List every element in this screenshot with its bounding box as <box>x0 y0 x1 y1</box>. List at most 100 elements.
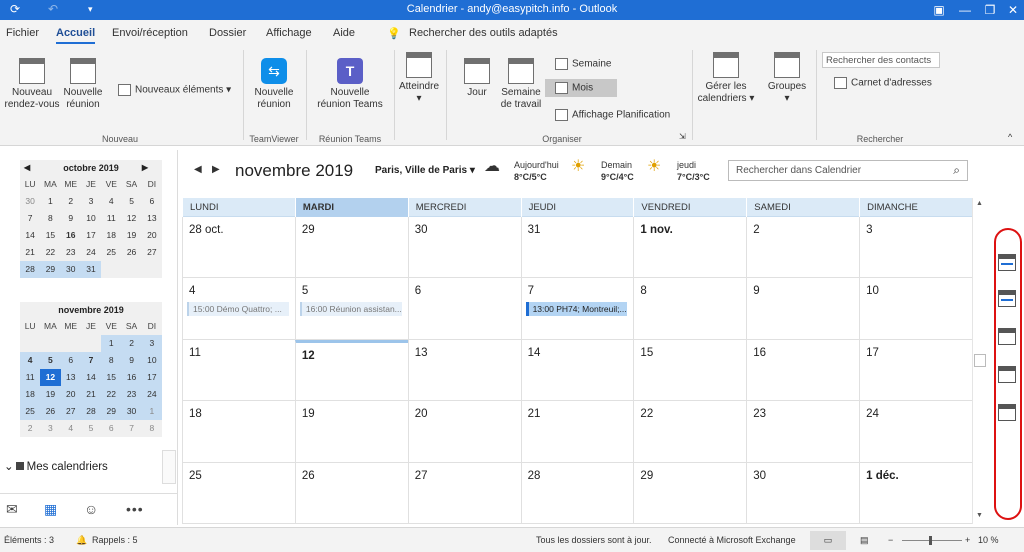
calendar-checkbox[interactable] <box>15 462 24 470</box>
mini-calendar-day[interactable]: 11 <box>101 210 121 227</box>
close-button[interactable]: ✕ <box>1000 1 1024 19</box>
tab-envoi-reception[interactable]: Envoi/réception <box>112 27 188 39</box>
mini-calendar-day[interactable]: 1 <box>101 335 122 352</box>
mini-calendar-day[interactable]: 5 <box>121 193 141 210</box>
mini-calendar-day[interactable]: 18 <box>101 227 121 244</box>
day-cell[interactable]: 28 <box>520 462 634 524</box>
next-month-icon[interactable]: ▶ <box>142 160 148 176</box>
mini-calendar-day[interactable]: 27 <box>142 244 162 261</box>
mini-calendar-day[interactable]: 13 <box>142 210 162 227</box>
day-cell[interactable]: 30 <box>746 462 860 524</box>
mini-calendar-day[interactable]: 5 <box>40 352 61 369</box>
day-cell[interactable]: 3 <box>859 217 972 279</box>
tab-dossier[interactable]: Dossier <box>209 27 246 39</box>
mini-calendar-day[interactable]: 4 <box>61 420 81 437</box>
mini-calendar-day[interactable]: 1 <box>40 193 60 210</box>
day-cell[interactable]: 10 <box>859 278 972 340</box>
day-cell[interactable]: 1 nov. <box>633 217 747 279</box>
mini-calendar-day[interactable]: 17 <box>81 227 101 244</box>
calendar-search-input[interactable]: Rechercher dans Calendrier ⌕ <box>728 160 968 181</box>
mini-calendar-day[interactable]: 6 <box>142 193 162 210</box>
mini-calendar-day[interactable]: 4 <box>20 352 41 369</box>
expand-chevron-icon[interactable]: ⌄ <box>4 461 14 473</box>
day-cell[interactable]: 11 <box>182 339 295 402</box>
mini-calendar-day[interactable]: 19 <box>40 386 61 403</box>
goto-button[interactable]: Atteindre ▾ <box>398 52 440 105</box>
mini-calendar-day[interactable]: 26 <box>121 244 141 261</box>
day-cell[interactable]: 8 <box>633 278 747 340</box>
mini-calendar-day[interactable]: 29 <box>40 261 61 278</box>
mini-calendar-day[interactable]: 3 <box>81 193 101 210</box>
mini-calendar-day[interactable]: 23 <box>61 244 81 261</box>
mini-calendar-day[interactable]: 15 <box>101 369 122 386</box>
calendar-event[interactable]: 13:00 PH74; Montreuil;... <box>525 302 628 317</box>
day-cell[interactable]: 27 <box>407 462 521 524</box>
day-cell[interactable]: 12 <box>294 339 408 402</box>
mini-calendar-day[interactable]: 23 <box>121 386 142 403</box>
mini-calendar-day[interactable]: 21 <box>80 386 102 403</box>
search-icon[interactable]: ⌕ <box>953 163 960 178</box>
day-cell[interactable]: 28 oct. <box>182 217 295 279</box>
mini-calendar-day[interactable]: 1 <box>141 403 162 420</box>
tab-accueil[interactable]: Accueil <box>56 27 96 44</box>
tab-fichier[interactable]: Fichier <box>6 27 39 39</box>
reminders-count[interactable]: Rappels : 5 <box>92 535 138 545</box>
tab-aide[interactable]: Aide <box>333 27 355 39</box>
mini-calendar-day[interactable]: 25 <box>20 403 41 420</box>
zoom-in-icon[interactable]: + <box>965 535 970 545</box>
mini-calendar-day[interactable]: 7 <box>121 420 141 437</box>
scroll-up-icon[interactable]: ▲ <box>976 200 983 207</box>
scroll-thumb[interactable] <box>974 354 986 367</box>
mini-calendar-day[interactable]: 27 <box>60 403 81 420</box>
calendar-event[interactable]: 16:00 Réunion assistan... <box>299 302 402 317</box>
mini-calendar-day[interactable]: 14 <box>20 227 40 244</box>
day-cell[interactable]: 9 <box>746 278 860 340</box>
mini-calendar-day[interactable]: 8 <box>101 352 122 369</box>
mini-calendar-day[interactable]: 12 <box>121 210 141 227</box>
day-cell[interactable]: 5 16:00 Réunion assistan... <box>294 278 408 340</box>
mini-calendar-day[interactable]: 3 <box>141 335 162 352</box>
calendar-scrollbar[interactable]: ▲ ▼ <box>972 198 986 524</box>
mini-calendar-day[interactable]: 4 <box>101 193 121 210</box>
mini-calendar-day[interactable]: 26 <box>40 403 61 420</box>
mini-calendar-day[interactable]: 2 <box>61 193 81 210</box>
tab-affichage[interactable]: Affichage <box>266 27 312 39</box>
mini-calendar-day[interactable]: 28 <box>80 403 102 420</box>
collapse-ribbon-icon[interactable]: ^ <box>1008 132 1012 142</box>
day-cell[interactable]: 29 <box>633 462 747 524</box>
day-cell[interactable]: 2 <box>746 217 860 279</box>
mini-calendar-day[interactable]: 30 <box>60 261 81 278</box>
mini-calendar-day[interactable]: 16 <box>61 227 81 244</box>
day-cell[interactable]: 1 déc. <box>859 462 972 524</box>
mini-calendar-day[interactable]: 10 <box>141 352 162 369</box>
teamviewer-meeting-button[interactable]: ⇆ Nouvelle réunion <box>250 58 298 111</box>
month-view-button[interactable]: Mois <box>545 79 618 97</box>
mini-calendar-day[interactable]: 7 <box>20 210 40 227</box>
day-cell[interactable]: 17 <box>859 339 972 402</box>
previous-month-icon[interactable]: ◀ <box>24 160 30 176</box>
mini-calendar-day[interactable]: 16 <box>121 369 142 386</box>
day-cell[interactable]: 16 <box>746 339 860 402</box>
ribbon-display-icon[interactable]: ▣ <box>926 1 952 19</box>
more-icon[interactable]: ••• <box>126 501 144 517</box>
mini-calendar-day[interactable]: 8 <box>40 210 60 227</box>
mini-calendar-day[interactable]: 20 <box>142 227 162 244</box>
teams-meeting-button[interactable]: T Nouvelle réunion Teams <box>314 58 386 111</box>
mini-calendar-day[interactable]: 6 <box>60 352 81 369</box>
people-icon[interactable]: ☺ <box>84 501 98 517</box>
mini-calendar-day[interactable]: 12 <box>40 369 61 386</box>
weather-location[interactable]: Paris, Ville de Paris ▾ <box>375 165 475 176</box>
mini-calendar-day[interactable]: 17 <box>141 369 162 386</box>
day-cell[interactable]: 14 <box>520 339 634 402</box>
my-calendars-folder[interactable]: ⌄ Mes calendriers <box>4 459 108 473</box>
search-tools[interactable]: Rechercher des outils adaptés <box>409 27 558 39</box>
organize-dialog-launcher[interactable]: ⇲ <box>679 132 686 141</box>
day-cell[interactable]: 30 <box>407 217 521 279</box>
day-cell[interactable]: 31 <box>520 217 634 279</box>
mini-calendar-day[interactable]: 30 <box>121 403 142 420</box>
day-cell[interactable]: 23 <box>746 401 860 463</box>
mini-calendar-day[interactable]: 7 <box>80 352 102 369</box>
new-meeting-button[interactable]: Nouvelle réunion <box>62 58 104 111</box>
mini-calendar-day[interactable]: 14 <box>80 369 102 386</box>
work-week-view-button[interactable]: Semaine de travail <box>499 58 543 111</box>
